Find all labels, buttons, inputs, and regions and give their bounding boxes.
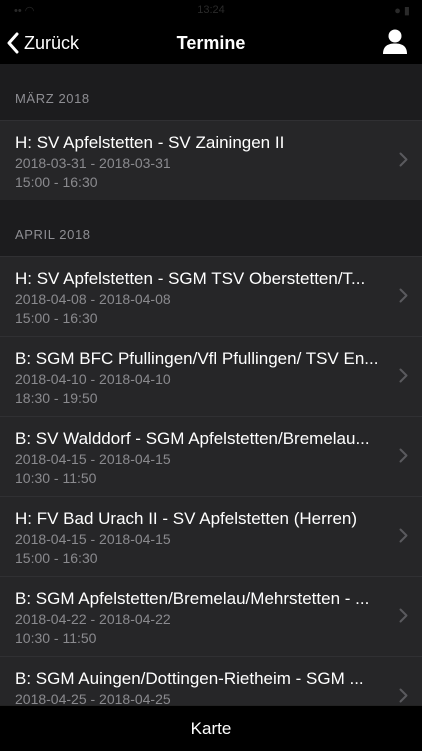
event-date: 2018-03-31 - 2018-03-31 — [15, 155, 171, 171]
event-time: 10:30 - 11:50 — [15, 630, 97, 646]
event-list[interactable]: MÄRZ 2018 H: SV Apfelstetten - SV Zaining… — [0, 64, 422, 705]
status-battery: ● ▮ — [394, 5, 410, 17]
nav-bar: Zurück Termine — [0, 20, 422, 64]
chevron-right-icon — [399, 368, 408, 388]
section-header: MÄRZ 2018 — [0, 64, 422, 120]
event-date: 2018-04-08 - 2018-04-08 — [15, 291, 171, 307]
section-header-label: APRIL 2018 — [15, 227, 91, 242]
page-title: Termine — [176, 33, 246, 53]
event-title: B: SGM Auingen/Dottingen-Rietheim - SGM … — [15, 669, 364, 688]
event-title: B: SGM BFC Pfullingen/Vfl Pfullingen/ TS… — [15, 349, 379, 368]
chevron-right-icon — [399, 448, 408, 468]
event-row[interactable]: B: SV Walddorf - SGM Apfelstetten/Bremel… — [0, 416, 422, 496]
event-date: 2018-04-22 - 2018-04-22 — [15, 611, 171, 627]
event-row[interactable]: B: SGM BFC Pfullingen/Vfl Pfullingen/ TS… — [0, 336, 422, 416]
status-time: 13:24 — [197, 4, 225, 16]
event-row[interactable]: H: SV Apfelstetten - SV Zainingen II 2018… — [0, 120, 422, 200]
bottom-bar: Karte — [0, 705, 422, 751]
user-button[interactable] — [382, 28, 408, 56]
event-row[interactable]: H: SV Apfelstetten - SGM TSV Oberstetten… — [0, 256, 422, 336]
user-icon — [383, 29, 407, 54]
chevron-right-icon — [399, 152, 408, 172]
event-title: H: SV Apfelstetten - SGM TSV Oberstetten… — [15, 269, 366, 288]
map-button[interactable]: Karte — [0, 719, 422, 739]
event-title: B: SGM Apfelstetten/Bremelau/Mehrstetten… — [15, 589, 370, 608]
status-bar: •• ◠ 13:24 ● ▮ — [0, 0, 422, 20]
chevron-right-icon — [399, 688, 408, 705]
section-header: APRIL 2018 — [0, 200, 422, 256]
event-time: 15:00 - 16:30 — [15, 174, 98, 190]
event-date: 2018-04-15 - 2018-04-15 — [15, 531, 171, 547]
event-title: B: SV Walddorf - SGM Apfelstetten/Bremel… — [15, 429, 370, 448]
event-title: H: SV Apfelstetten - SV Zainingen II — [15, 133, 285, 152]
event-title: H: FV Bad Urach II - SV Apfelstetten (He… — [15, 509, 358, 528]
event-date: 2018-04-10 - 2018-04-10 — [15, 371, 171, 387]
event-date: 2018-04-15 - 2018-04-15 — [15, 451, 171, 467]
section-header-label: MÄRZ 2018 — [15, 91, 90, 106]
event-time: 15:00 - 16:30 — [15, 310, 98, 326]
event-row[interactable]: H: FV Bad Urach II - SV Apfelstetten (He… — [0, 496, 422, 576]
event-time: 18:30 - 19:50 — [15, 390, 98, 406]
event-row[interactable]: B: SGM Apfelstetten/Bremelau/Mehrstetten… — [0, 576, 422, 656]
chevron-right-icon — [399, 288, 408, 308]
event-row[interactable]: B: SGM Auingen/Dottingen-Rietheim - SGM … — [0, 656, 422, 705]
event-time: 10:30 - 11:50 — [15, 470, 97, 486]
event-date: 2018-04-25 - 2018-04-25 — [15, 691, 171, 705]
chevron-right-icon — [399, 608, 408, 628]
chevron-right-icon — [399, 528, 408, 548]
event-time: 15:00 - 16:30 — [15, 550, 98, 566]
